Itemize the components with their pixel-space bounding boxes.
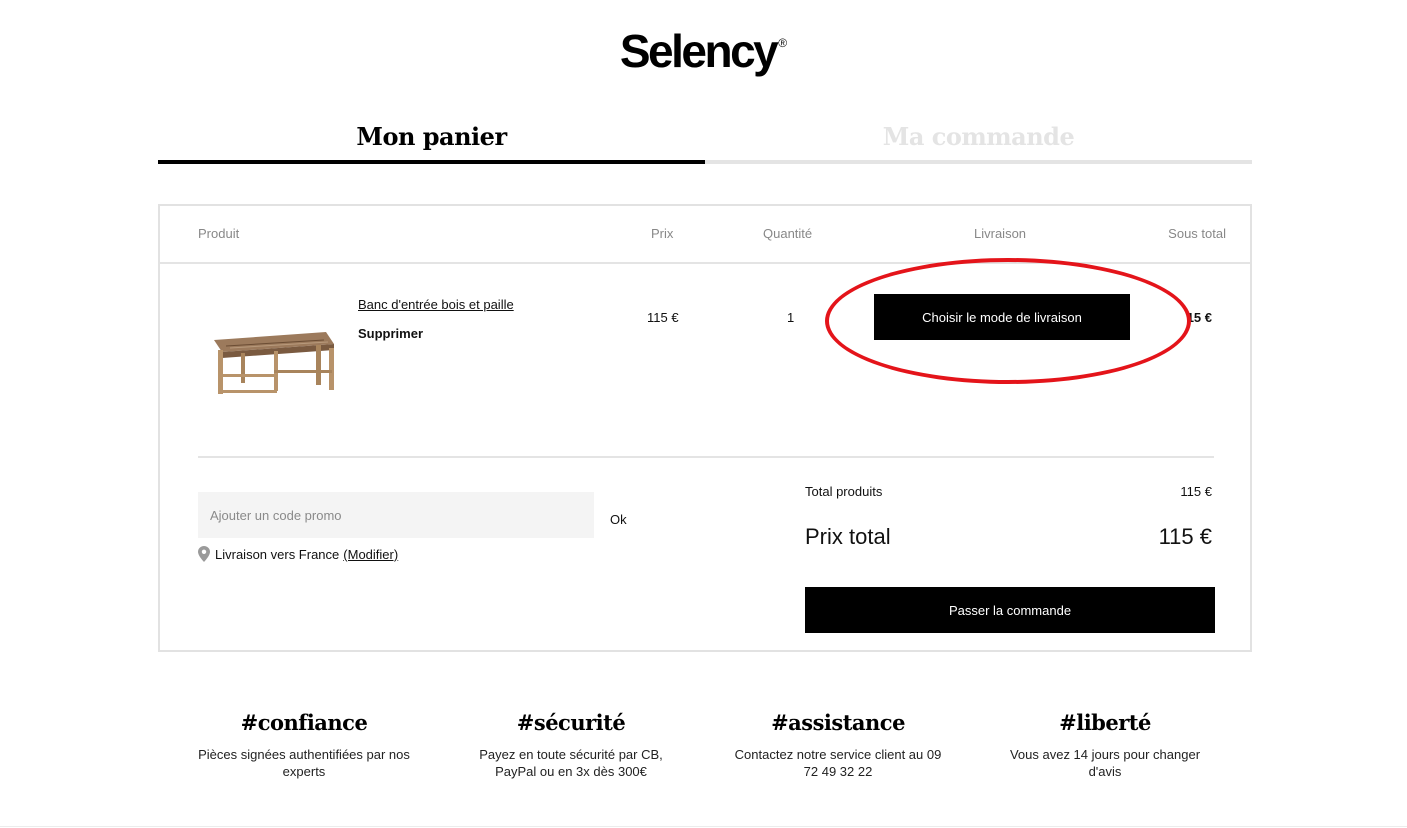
cart-header: Produit Prix Quantité Livraison Sous tot…: [160, 206, 1250, 264]
footer-divider: [0, 826, 1407, 827]
total-price-value: 115 €: [1158, 524, 1212, 549]
promo-ok-button[interactable]: Ok: [610, 512, 627, 527]
brand-logo[interactable]: Selency ®: [0, 24, 1407, 78]
product-name-link[interactable]: Banc d'entrée bois et paille: [358, 297, 514, 312]
registered-mark: ®: [778, 36, 788, 50]
feature-title: #liberté: [1059, 710, 1151, 735]
shipping-text: Livraison vers France: [215, 546, 340, 562]
feature-text: Pièces signées authentifiées par nos exp…: [198, 747, 410, 779]
item-quantity: 1: [787, 310, 795, 325]
divider: [198, 456, 1214, 458]
feature-assistance: #assistance Contactez notre service clie…: [708, 710, 968, 780]
feature-liberte: #liberté Vous avez 14 jours pour changer…: [975, 710, 1235, 780]
header-livraison: Livraison: [974, 226, 1027, 241]
promo-code-input[interactable]: [198, 492, 594, 538]
feature-text: Vous avez 14 jours pour changer d'avis: [1009, 747, 1201, 779]
feature-securite: #sécurité Payez en toute sécurité par CB…: [441, 710, 701, 780]
total-price-label: Prix total: [805, 524, 891, 549]
header-quantite: Quantité: [763, 226, 813, 241]
feature-text: Contactez notre service client au 09 72 …: [734, 747, 942, 779]
brand-name[interactable]: Selency: [620, 25, 779, 77]
feature-text: Payez en toute sécurité par CB, PayPal o…: [479, 747, 663, 779]
map-pin-icon: [198, 546, 210, 562]
header-prix: Prix: [651, 226, 674, 241]
cart-table: Produit Prix Quantité Livraison Sous tot…: [158, 204, 1252, 652]
feature-title: #confiance: [240, 710, 368, 735]
step-mon-panier[interactable]: Mon panier: [158, 120, 705, 164]
checkout-button[interactable]: Passer la commande: [805, 587, 1215, 633]
item-subtotal: 15 €: [1186, 310, 1212, 325]
modify-shipping-link[interactable]: (Modifier): [343, 547, 398, 562]
header-sous-total: Sous total: [1168, 226, 1226, 241]
feature-title: #sécurité: [516, 710, 626, 735]
item-price: 115 €: [647, 310, 679, 325]
shipping-destination: Livraison vers France (Modifier): [198, 546, 398, 562]
feature-confiance: #confiance Pièces signées authentifiées …: [174, 710, 434, 780]
step-ma-commande[interactable]: Ma commande: [705, 120, 1252, 164]
header-produit: Produit: [198, 226, 240, 241]
total-products-label: Total produits: [805, 484, 883, 499]
total-products-value: 115 €: [1180, 484, 1212, 499]
choose-delivery-button[interactable]: Choisir le mode de livraison: [874, 294, 1130, 340]
reassurance-section: #confiance Pièces signées authentifiées …: [0, 710, 1407, 810]
checkout-steps: Mon panier Ma commande: [158, 120, 1252, 164]
product-image[interactable]: [206, 320, 342, 400]
remove-item-button[interactable]: Supprimer: [358, 326, 423, 341]
feature-title: #assistance: [771, 710, 905, 735]
